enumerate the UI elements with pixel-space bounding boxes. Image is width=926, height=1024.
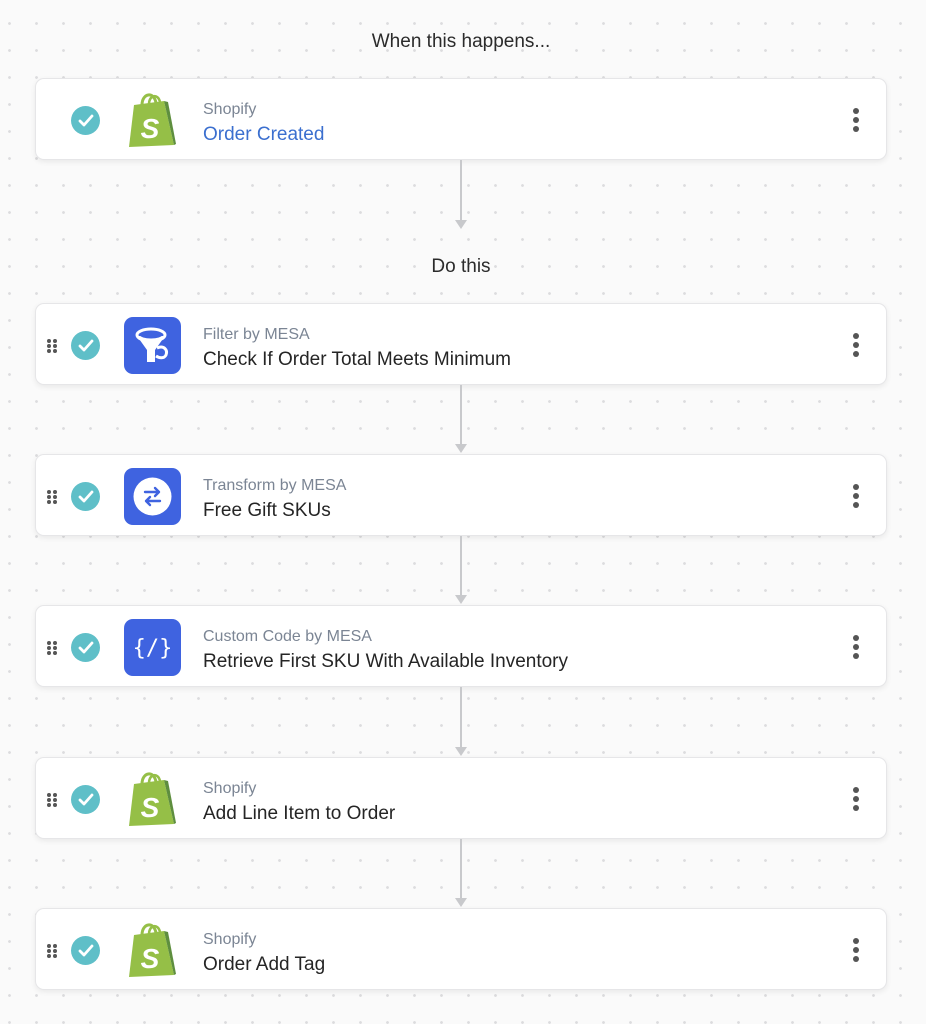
more-options-icon[interactable] bbox=[852, 787, 860, 811]
step-card[interactable]: Shopify Add Line Item to Order bbox=[35, 757, 887, 839]
shopify-bag-icon bbox=[124, 922, 181, 979]
connector-line bbox=[460, 839, 462, 899]
app-name: Transform by MESA bbox=[203, 477, 347, 494]
drag-handle-icon[interactable] bbox=[47, 339, 57, 353]
drag-handle-icon[interactable] bbox=[47, 490, 57, 504]
step-title[interactable]: Free Gift SKUs bbox=[203, 500, 331, 522]
step-title[interactable]: Retrieve First SKU With Available Invent… bbox=[203, 651, 568, 673]
connector-line bbox=[460, 687, 462, 748]
more-options-icon[interactable] bbox=[852, 484, 860, 508]
step-card[interactable]: Shopify Order Add Tag bbox=[35, 908, 887, 990]
app-name: Custom Code by MESA bbox=[203, 628, 372, 645]
shopify-bag-icon bbox=[124, 92, 181, 149]
swap-arrows-icon bbox=[124, 468, 181, 525]
step-card[interactable]: Transform by MESA Free Gift SKUs bbox=[35, 454, 887, 536]
step-card[interactable]: {/} Custom Code by MESA Retrieve First S… bbox=[35, 605, 887, 687]
step-card[interactable]: Filter by MESA Check If Order Total Meet… bbox=[35, 303, 887, 385]
actions-section-label: Do this bbox=[431, 256, 491, 277]
arrow-down-icon bbox=[455, 220, 467, 229]
check-icon bbox=[71, 106, 100, 135]
app-name: Filter by MESA bbox=[203, 326, 310, 343]
trigger-section-label: When this happens... bbox=[371, 31, 551, 52]
shopify-bag-icon bbox=[124, 771, 181, 828]
check-icon bbox=[71, 482, 100, 511]
arrow-down-icon bbox=[455, 747, 467, 756]
connector-line bbox=[460, 160, 462, 222]
connector-line bbox=[460, 385, 462, 445]
code-braces-icon: {/} bbox=[124, 619, 181, 676]
app-name: Shopify bbox=[203, 931, 257, 948]
arrow-down-icon bbox=[455, 898, 467, 907]
arrow-down-icon bbox=[455, 444, 467, 453]
step-title[interactable]: Check If Order Total Meets Minimum bbox=[203, 349, 511, 371]
check-icon bbox=[71, 633, 100, 662]
check-icon bbox=[71, 331, 100, 360]
drag-handle-icon[interactable] bbox=[47, 641, 57, 655]
connector-line bbox=[460, 536, 462, 596]
step-title[interactable]: Order Created bbox=[203, 124, 324, 146]
check-icon bbox=[71, 936, 100, 965]
funnel-icon bbox=[124, 317, 181, 374]
check-icon bbox=[71, 785, 100, 814]
app-name: Shopify bbox=[203, 780, 257, 797]
drag-handle-icon[interactable] bbox=[47, 793, 57, 807]
app-name: Shopify bbox=[203, 101, 257, 118]
more-options-icon[interactable] bbox=[852, 333, 860, 357]
more-options-icon[interactable] bbox=[852, 938, 860, 962]
drag-handle-icon[interactable] bbox=[47, 944, 57, 958]
arrow-down-icon bbox=[455, 595, 467, 604]
more-options-icon[interactable] bbox=[852, 635, 860, 659]
step-title[interactable]: Order Add Tag bbox=[203, 954, 325, 976]
svg-text:{/}: {/} bbox=[133, 636, 173, 661]
more-options-icon[interactable] bbox=[852, 108, 860, 132]
step-title[interactable]: Add Line Item to Order bbox=[203, 803, 395, 825]
trigger-card[interactable]: Shopify Order Created bbox=[35, 78, 887, 160]
